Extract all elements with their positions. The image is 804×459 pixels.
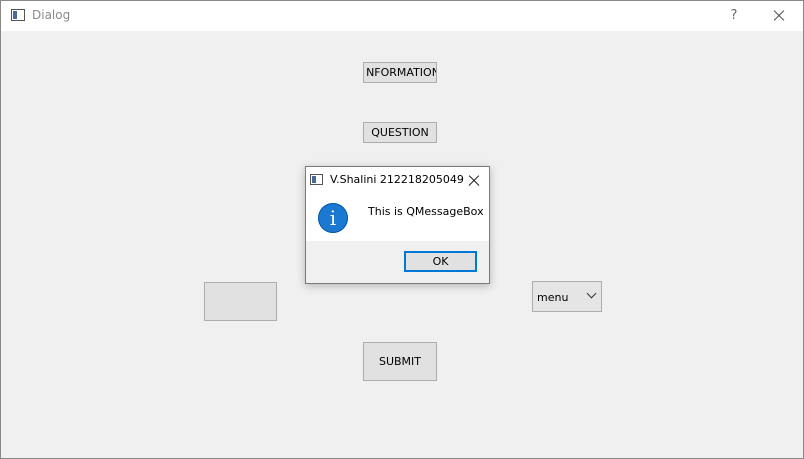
message-box: V.Shalini 212218205049 i This is QMessag… (305, 166, 490, 284)
message-box-title-bar: V.Shalini 212218205049 (306, 167, 489, 193)
message-box-body: i This is QMessageBox (306, 193, 489, 241)
close-icon[interactable] (466, 172, 482, 188)
app-icon (11, 9, 25, 21)
submit-button[interactable]: SUBMIT (363, 342, 437, 381)
title-bar: Dialog ? (1, 1, 803, 31)
information-button[interactable]: NFORMATION (363, 62, 437, 83)
menu-combobox[interactable]: menu (532, 281, 602, 312)
message-box-title: V.Shalini 212218205049 (330, 173, 464, 186)
combobox-value: menu (537, 291, 569, 304)
information-button-label: NFORMATION (366, 66, 437, 79)
window-title: Dialog (32, 8, 71, 22)
information-icon: i (318, 203, 348, 233)
app-icon (310, 174, 323, 185)
question-button-label: QUESTION (371, 126, 429, 139)
ok-button[interactable]: OK (404, 251, 477, 272)
unlabeled-button[interactable] (204, 282, 277, 321)
question-button[interactable]: QUESTION (363, 122, 437, 143)
chevron-down-icon (586, 288, 597, 299)
close-icon[interactable] (767, 5, 791, 27)
message-text: This is QMessageBox (368, 205, 484, 218)
help-button[interactable]: ? (723, 5, 745, 27)
submit-button-label: SUBMIT (378, 355, 422, 368)
